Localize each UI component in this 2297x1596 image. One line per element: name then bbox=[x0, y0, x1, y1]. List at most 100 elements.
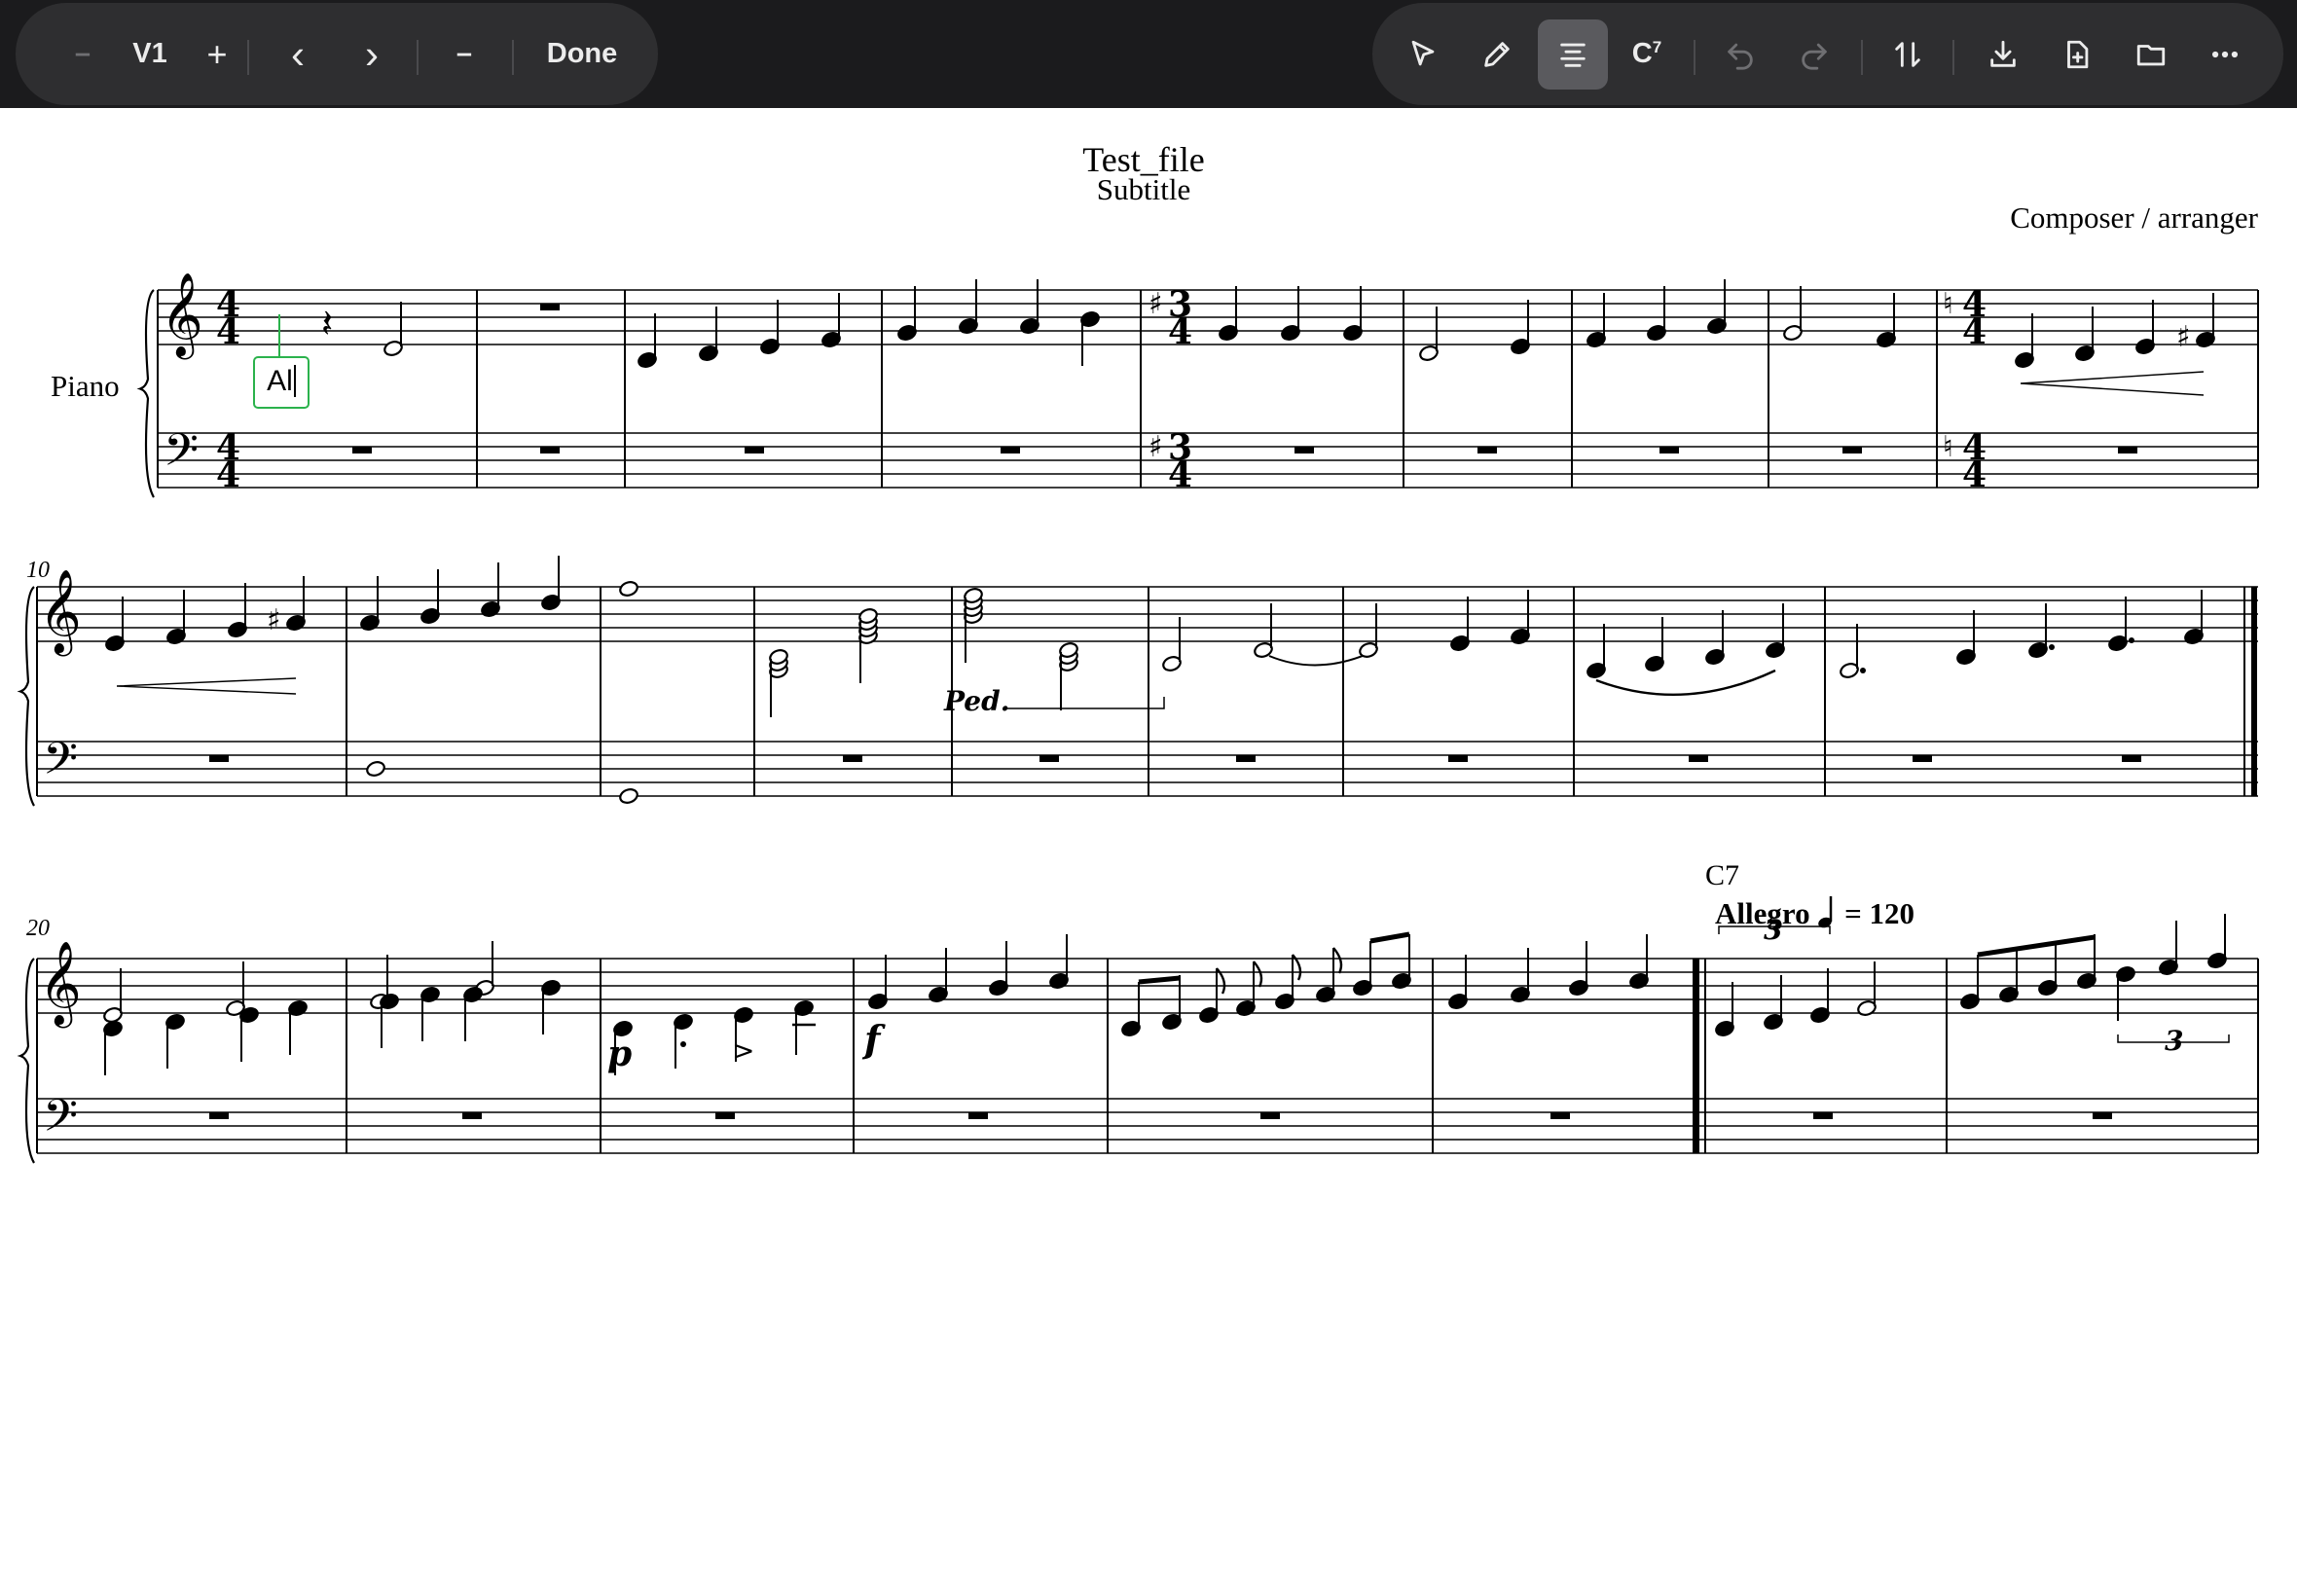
chord-symbol-label: C bbox=[1631, 38, 1653, 69]
treble-clef-icon: 𝄞 bbox=[39, 941, 82, 1029]
whole-rest bbox=[2118, 447, 2137, 453]
note-flag bbox=[1253, 961, 1263, 988]
whole-rest bbox=[540, 304, 560, 310]
download-icon[interactable] bbox=[1972, 3, 2034, 105]
dynamic-forte: f bbox=[861, 1017, 886, 1061]
divider bbox=[512, 40, 514, 75]
whole-rest bbox=[1477, 447, 1497, 453]
bass-clef-icon: 𝄢 bbox=[164, 424, 199, 488]
brace bbox=[136, 289, 155, 498]
bass-clef-icon: 𝄢 bbox=[43, 1090, 78, 1153]
whole-rest bbox=[968, 1112, 988, 1119]
whole-rest bbox=[1659, 447, 1679, 453]
whole-rest bbox=[1448, 755, 1468, 762]
sort-icon[interactable] bbox=[1877, 3, 1939, 105]
sharp-key-signature: ♯ bbox=[1148, 287, 1163, 321]
slur bbox=[1595, 669, 1776, 697]
divider bbox=[1694, 40, 1695, 75]
whole-rest bbox=[1689, 755, 1708, 762]
tuplet-number: 3 bbox=[2165, 1025, 2183, 1057]
whole-rest bbox=[1294, 447, 1314, 453]
beam bbox=[1977, 934, 2096, 958]
pencil-icon[interactable] bbox=[1466, 3, 1528, 105]
score-notation[interactable]: 𝄞𝄢4444𝄽 ♯♯3434♮♮4444♯𝄞𝄢♯Ped.𝄞𝄢>p f33 bbox=[0, 108, 2297, 1596]
sharp-key-signature: ♯ bbox=[1148, 430, 1163, 464]
dot bbox=[2049, 644, 2055, 650]
whole-rest bbox=[715, 1112, 735, 1119]
tuplet-number: 3 bbox=[1764, 914, 1782, 946]
tool-group: C7 bbox=[1372, 3, 2283, 105]
time-signature: 4 bbox=[1962, 454, 1987, 495]
whole-rest bbox=[352, 447, 372, 453]
voice-selector[interactable]: V1 bbox=[111, 3, 189, 105]
accent-mark: > bbox=[732, 1034, 754, 1067]
tie bbox=[1268, 655, 1364, 667]
whole-rest bbox=[745, 447, 764, 453]
note-flag bbox=[1332, 947, 1343, 974]
whole-rest bbox=[1260, 1112, 1280, 1119]
time-signature: 4 bbox=[1168, 311, 1192, 352]
brace bbox=[17, 958, 35, 1164]
voice-increment-button[interactable]: + bbox=[183, 3, 251, 105]
whole-rest bbox=[2122, 755, 2141, 762]
quarter-rest: 𝄽 bbox=[321, 302, 333, 346]
natural-key-signature: ♮ bbox=[1943, 430, 1953, 464]
whole-rest bbox=[1001, 447, 1020, 453]
dot bbox=[1860, 668, 1866, 673]
chord-symbol-icon[interactable]: C7 bbox=[1616, 3, 1678, 105]
new-file-icon[interactable] bbox=[2046, 3, 2108, 105]
done-button[interactable]: Done bbox=[522, 3, 642, 105]
diminuendo-hairpin bbox=[116, 677, 297, 695]
pointer-icon[interactable] bbox=[1392, 3, 1454, 105]
natural-key-signature: ♮ bbox=[1943, 287, 1953, 321]
whole-rest bbox=[1039, 755, 1059, 762]
divider bbox=[247, 40, 249, 75]
chord-symbol-superscript: 7 bbox=[1652, 37, 1662, 56]
treble-clef-icon: 𝄞 bbox=[39, 569, 82, 657]
dynamic-piano: p bbox=[607, 1034, 632, 1074]
note bbox=[366, 761, 385, 777]
beam bbox=[1369, 931, 1410, 944]
voice-decrement-button[interactable]: – bbox=[49, 3, 117, 105]
time-signature: 4 bbox=[216, 454, 240, 495]
align-icon[interactable] bbox=[1542, 3, 1604, 105]
more-icon[interactable] bbox=[2194, 3, 2256, 105]
whole-rest bbox=[1913, 755, 1932, 762]
sharp-accidental: ♯ bbox=[267, 603, 281, 637]
score-page: Test_file Subtitle Composer / arranger P… bbox=[0, 108, 2297, 1596]
whole-rest bbox=[462, 1112, 482, 1119]
voice-navigation-group: – V1 + ‹ › – Done bbox=[16, 3, 658, 105]
bass-clef-icon: 𝄢 bbox=[43, 733, 78, 796]
sharp-accidental: ♯ bbox=[2176, 320, 2191, 354]
top-toolbar: – V1 + ‹ › – Done C7 bbox=[0, 0, 2297, 108]
whole-rest bbox=[2093, 1112, 2112, 1119]
redo-icon[interactable] bbox=[1783, 3, 1845, 105]
folder-icon[interactable] bbox=[2120, 3, 2182, 105]
remove-button[interactable]: – bbox=[430, 3, 498, 105]
whole-rest bbox=[540, 447, 560, 453]
pedal-marking: Ped. bbox=[943, 685, 1009, 717]
time-signature: 4 bbox=[1962, 311, 1987, 352]
note bbox=[619, 581, 638, 597]
whole-rest bbox=[209, 1112, 229, 1119]
pedal-line bbox=[1004, 697, 1165, 709]
undo-icon[interactable] bbox=[1709, 3, 1771, 105]
treble-clef-icon: 𝄞 bbox=[161, 272, 203, 360]
divider bbox=[417, 40, 419, 75]
time-signature: 4 bbox=[216, 311, 240, 352]
whole-rest bbox=[1813, 1112, 1833, 1119]
previous-button[interactable]: ‹ bbox=[261, 3, 335, 105]
divider bbox=[1861, 40, 1863, 75]
next-button[interactable]: › bbox=[335, 3, 409, 105]
divider bbox=[1952, 40, 1954, 75]
whole-rest bbox=[1842, 447, 1862, 453]
whole-rest bbox=[843, 755, 862, 762]
crescendo-hairpin bbox=[2020, 371, 2205, 396]
brace bbox=[17, 586, 35, 807]
beam bbox=[1138, 975, 1181, 985]
staccato-mark bbox=[680, 1041, 686, 1047]
note bbox=[619, 788, 638, 804]
dot bbox=[2129, 637, 2134, 643]
whole-rest bbox=[1550, 1112, 1570, 1119]
time-signature: 4 bbox=[1168, 454, 1192, 495]
